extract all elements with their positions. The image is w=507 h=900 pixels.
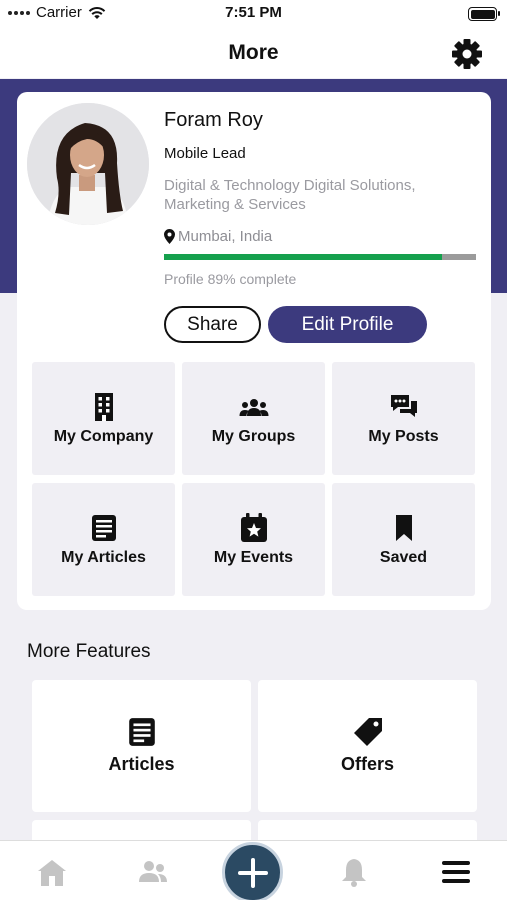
tile-label: My Company <box>53 428 154 445</box>
avatar[interactable] <box>27 103 149 225</box>
calendar-star-icon <box>240 513 267 542</box>
clock: 7:51 PM <box>225 4 282 21</box>
profile-name: Foram Roy <box>164 109 263 131</box>
tile-my-events[interactable]: My Events <box>182 483 325 596</box>
add-button[interactable] <box>222 842 283 900</box>
tab-notifications[interactable] <box>337 855 371 889</box>
people-icon <box>139 861 167 882</box>
tile-label: My Posts <box>368 428 439 445</box>
edit-profile-button[interactable]: Edit Profile <box>268 306 427 343</box>
tab-menu[interactable] <box>439 855 473 889</box>
profile-progress-fill <box>164 254 442 260</box>
people-group-icon <box>239 399 268 416</box>
profile-card: Foram Roy Mobile Lead Digital & Technolo… <box>17 92 491 610</box>
tag-icon <box>353 718 382 746</box>
building-icon <box>94 393 113 421</box>
section-title: More Features <box>27 641 151 662</box>
profile-location: Mumbai, India <box>164 228 272 245</box>
location-pin-icon <box>164 229 175 244</box>
tile-label: Saved <box>379 549 428 566</box>
gear-icon[interactable] <box>451 38 483 70</box>
battery-icon <box>468 7 500 21</box>
tile-label: My Events <box>213 549 294 566</box>
menu-icon <box>442 861 470 883</box>
feature-offers[interactable]: Offers <box>258 680 477 812</box>
article-icon <box>128 718 155 746</box>
tile-my-articles[interactable]: My Articles <box>32 483 175 596</box>
feature-label: Offers <box>340 754 394 774</box>
tab-home[interactable] <box>35 855 69 889</box>
location-label: Mumbai, India <box>178 228 273 245</box>
bell-icon <box>342 859 366 887</box>
page-title: More <box>228 41 279 64</box>
feature-label: Articles <box>108 754 175 774</box>
tile-my-groups[interactable]: My Groups <box>182 362 325 475</box>
profile-role: Mobile Lead <box>164 145 246 162</box>
feature-articles[interactable]: Articles <box>32 680 251 812</box>
article-icon <box>91 515 116 541</box>
profile-progress-bar <box>164 254 476 260</box>
profile-progress-text: Profile 89% complete <box>164 271 297 287</box>
tile-my-company[interactable]: My Company <box>32 362 175 475</box>
home-icon <box>38 860 66 886</box>
avatar-image <box>27 103 149 225</box>
bookmark-icon <box>395 515 412 541</box>
tab-people[interactable] <box>136 855 170 889</box>
share-button[interactable]: Share <box>164 306 261 343</box>
tile-my-posts[interactable]: My Posts <box>332 362 475 475</box>
chat-bubbles-icon <box>390 395 417 417</box>
nav-bar: More <box>0 30 507 78</box>
tile-label: My Articles <box>61 549 146 566</box>
status-bar: Carrier 7:51 PM <box>0 0 507 30</box>
add-icon <box>237 857 268 888</box>
profile-department: Digital & Technology Digital Solutions, … <box>164 177 416 213</box>
tile-label: My Groups <box>211 428 296 445</box>
tile-saved[interactable]: Saved <box>332 483 475 596</box>
